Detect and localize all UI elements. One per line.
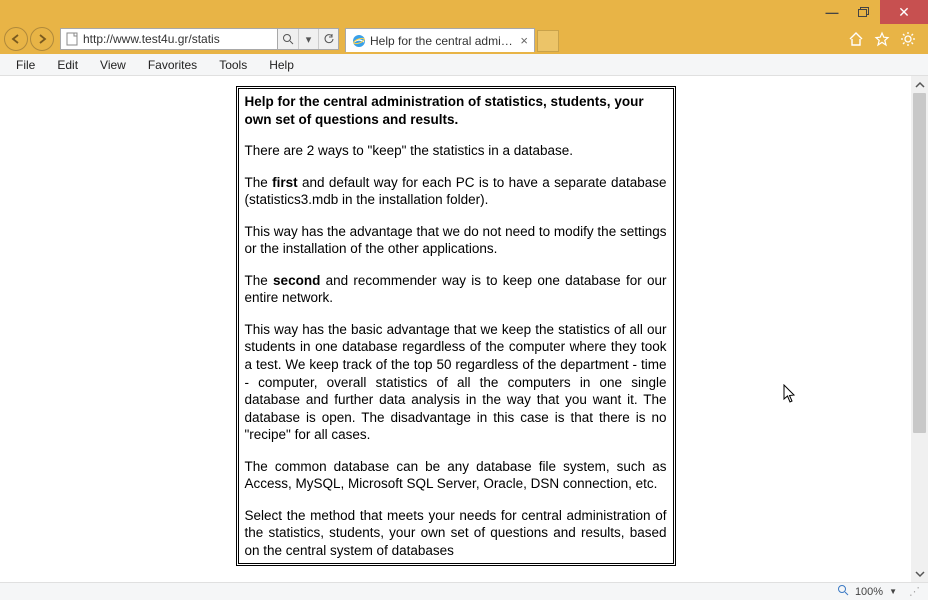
- zoom-icon[interactable]: [837, 584, 849, 599]
- resize-grip[interactable]: ⋰: [909, 585, 920, 598]
- star-icon: [874, 31, 890, 47]
- address-bar-buttons: ▾: [278, 28, 339, 50]
- arrow-right-icon: [36, 33, 48, 45]
- menu-help[interactable]: Help: [259, 56, 304, 74]
- tab-close-button[interactable]: ×: [520, 33, 528, 48]
- scroll-thumb[interactable]: [913, 93, 926, 433]
- scroll-down-button[interactable]: [911, 565, 928, 582]
- scroll-track[interactable]: [911, 93, 928, 565]
- tab-strip: Help for the central admini... ×: [345, 26, 559, 52]
- doc-paragraph-6: The common database can be any database …: [245, 458, 667, 493]
- search-icon: [282, 33, 294, 45]
- chevron-up-icon: [915, 81, 925, 89]
- address-bar-wrap: http://www.test4u.gr/statis ▾: [60, 28, 339, 50]
- window-controls: — ✕: [816, 0, 928, 24]
- home-icon: [848, 31, 864, 47]
- minimize-button[interactable]: —: [816, 0, 848, 24]
- restore-icon: [858, 7, 870, 18]
- tab-title: Help for the central admini...: [370, 34, 516, 48]
- scroll-up-button[interactable]: [911, 76, 928, 93]
- doc-paragraph-3: This way has the advantage that we do no…: [245, 223, 667, 258]
- window-titlebar: — ✕: [0, 0, 928, 24]
- gear-icon: [900, 31, 916, 47]
- vertical-scrollbar[interactable]: [911, 76, 928, 582]
- browser-tab[interactable]: Help for the central admini... ×: [345, 28, 535, 52]
- menu-tools[interactable]: Tools: [209, 56, 257, 74]
- home-button[interactable]: [848, 31, 864, 47]
- refresh-button[interactable]: [318, 29, 338, 49]
- menu-bar: File Edit View Favorites Tools Help: [0, 54, 928, 76]
- menu-edit[interactable]: Edit: [47, 56, 88, 74]
- doc-paragraph-1: There are 2 ways to "keep" the statistic…: [245, 142, 667, 160]
- zoom-dropdown[interactable]: ▼: [889, 587, 897, 596]
- menu-favorites[interactable]: Favorites: [138, 56, 207, 74]
- menu-view[interactable]: View: [90, 56, 136, 74]
- refresh-icon: [323, 33, 335, 45]
- doc-paragraph-4: The second and recommender way is to kee…: [245, 272, 667, 307]
- page-icon: [64, 31, 80, 47]
- address-bar[interactable]: http://www.test4u.gr/statis: [60, 28, 278, 50]
- back-button[interactable]: [4, 27, 28, 51]
- new-tab-button[interactable]: [537, 30, 559, 52]
- search-button[interactable]: [278, 29, 298, 49]
- restore-button[interactable]: [848, 0, 880, 24]
- dropdown-button[interactable]: ▾: [298, 29, 318, 49]
- doc-paragraph-7: Select the method that meets your needs …: [245, 507, 667, 560]
- ie-icon: [352, 34, 366, 48]
- zoom-level: 100%: [855, 586, 883, 598]
- chevron-down-icon: [915, 570, 925, 578]
- doc-paragraph-2: The first and default way for each PC is…: [245, 174, 667, 209]
- page-content: Help for the central administration of s…: [0, 76, 911, 582]
- close-button[interactable]: ✕: [880, 0, 928, 24]
- doc-paragraph-5: This way has the basic advantage that we…: [245, 321, 667, 444]
- favorites-button[interactable]: [874, 31, 890, 47]
- toolbar-right-icons: [848, 31, 924, 47]
- settings-button[interactable]: [900, 31, 916, 47]
- document-text-box: Help for the central administration of s…: [236, 86, 676, 566]
- status-bar: 100% ▼ ⋰: [0, 582, 928, 600]
- menu-file[interactable]: File: [6, 56, 45, 74]
- address-text[interactable]: http://www.test4u.gr/statis: [83, 32, 277, 46]
- doc-heading: Help for the central administration of s…: [245, 93, 667, 128]
- browser-toolbar: http://www.test4u.gr/statis ▾ Help for t…: [0, 24, 928, 54]
- forward-button[interactable]: [30, 27, 54, 51]
- arrow-left-icon: [10, 33, 22, 45]
